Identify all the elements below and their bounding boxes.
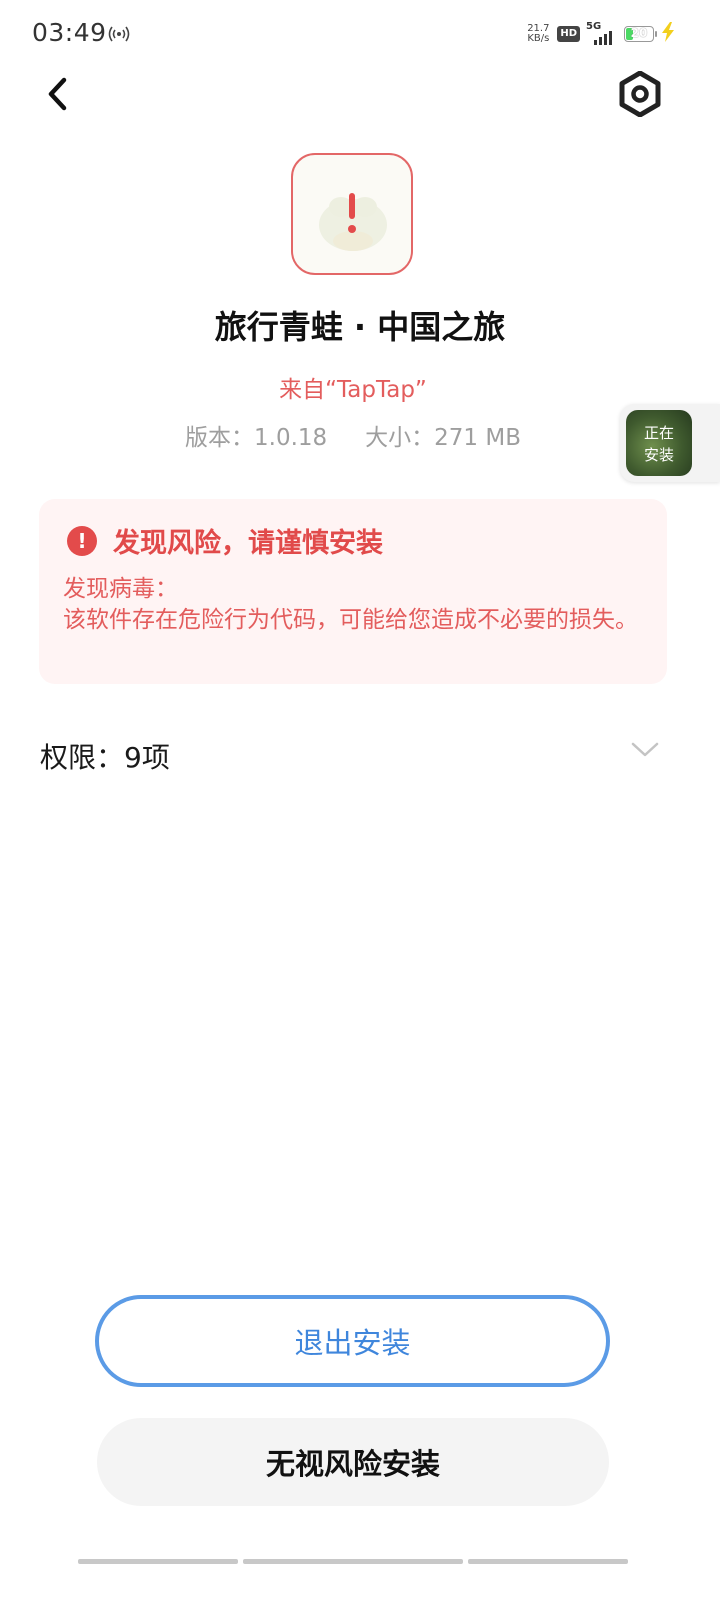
chevron-left-icon (44, 76, 72, 116)
installing-status-line1: 正在 (643, 424, 674, 442)
app-icon (291, 153, 413, 275)
status-indicators: 21.7 KB/s HD 5G 20 (525, 21, 676, 46)
app-size: 大小：271 MB (365, 425, 521, 451)
ignore-risk-install-button[interactable]: 无视风险安装 (97, 1418, 609, 1506)
app-title: 旅行青蛙 · 中国之旅 (214, 308, 506, 346)
nav-indicator (243, 1559, 463, 1564)
risk-detail-heading: 发现病毒： (63, 576, 178, 602)
installing-badge[interactable]: 正在 安装 (620, 404, 720, 482)
status-bar: 03:49 21.7 KB/s HD 5G 20 (0, 0, 720, 70)
chevron-down-icon (630, 740, 660, 764)
exclamation-icon (293, 155, 411, 273)
network-speed: 21.7 KB/s (525, 24, 551, 44)
risk-warning-panel: ! 发现风险，请谨慎安装 发现病毒： 该软件存在危险行为代码，可能给您造成不必要… (39, 499, 667, 684)
charging-icon (660, 22, 676, 46)
status-time: 03:49 (32, 18, 107, 47)
risk-detail-body: 该软件存在危险行为代码，可能给您造成不必要的损失。 (63, 607, 638, 633)
installing-status-line2: 安装 (643, 446, 674, 464)
permissions-row[interactable]: 权限：9项 (40, 730, 670, 780)
hotspot-icon (108, 24, 130, 48)
back-button[interactable] (34, 72, 82, 120)
nav-indicators (78, 1559, 628, 1564)
installing-status: 正在 安装 (626, 422, 692, 466)
battery-icon: 20 (624, 26, 657, 42)
gear-icon (617, 70, 663, 121)
app-meta: 版本：1.0.18 大小：271 MB (0, 418, 706, 452)
hd-badge: HD (557, 26, 580, 42)
signal-icon: 5G (586, 21, 618, 45)
nav-indicator (468, 1559, 628, 1564)
nav-indicator (78, 1559, 238, 1564)
app-version: 版本：1.0.18 (185, 425, 328, 451)
risk-detail: 发现病毒： 该软件存在危险行为代码，可能给您造成不必要的损失。 (63, 574, 643, 636)
network-speed-unit: KB/s (527, 33, 550, 44)
risk-title: 发现风险，请谨慎安装 (113, 528, 383, 559)
permissions-label: 权限：9项 (40, 741, 170, 774)
exit-install-button[interactable]: 退出安装 (95, 1295, 610, 1387)
warning-icon: ! (67, 525, 97, 556)
app-source: 来自“TapTap” (279, 377, 427, 403)
battery-level: 20 (630, 26, 648, 40)
settings-button[interactable] (614, 70, 666, 122)
risk-title-row: ! 发现风险，请谨慎安装 (67, 521, 383, 560)
